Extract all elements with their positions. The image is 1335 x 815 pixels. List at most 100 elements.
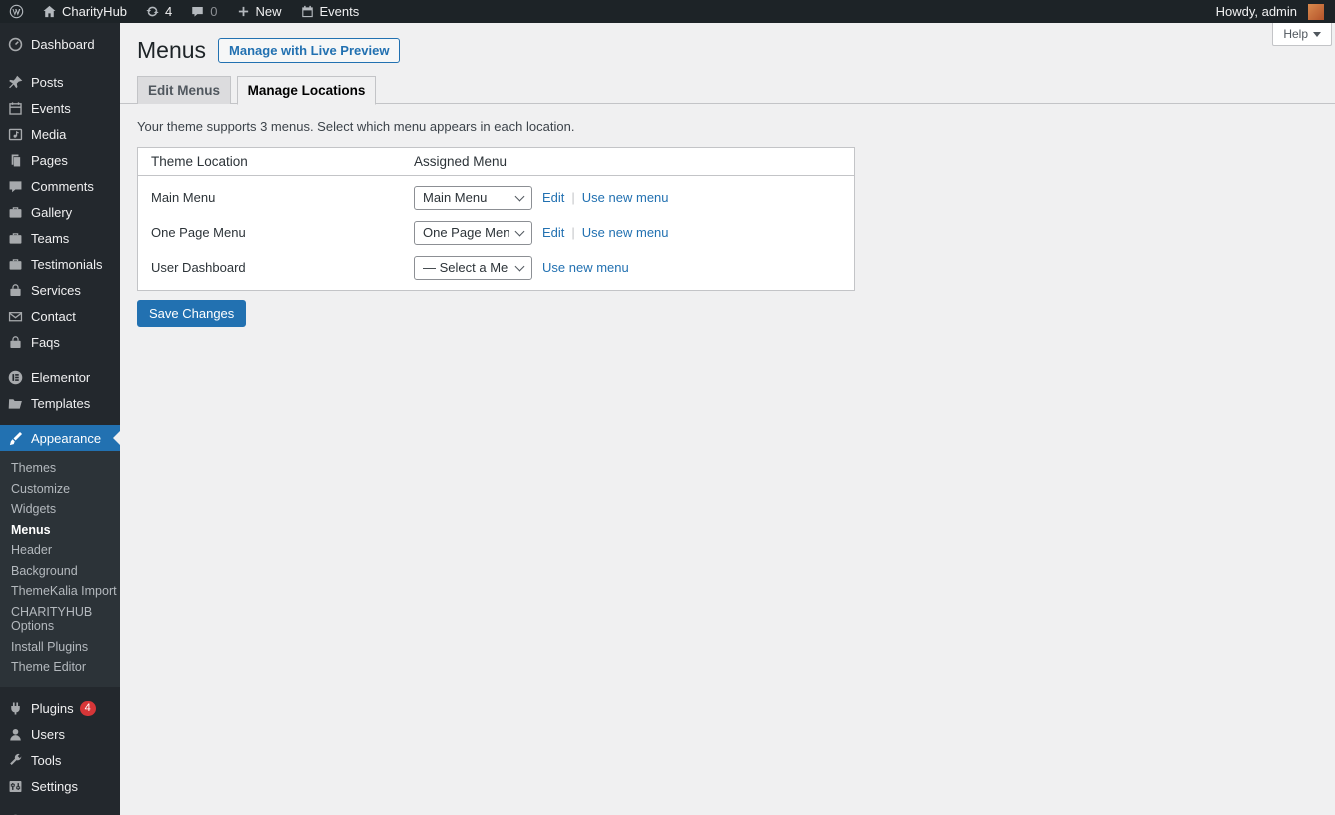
sidebar-item-faqs[interactable]: Faqs bbox=[0, 329, 120, 355]
sidebar-item-pages[interactable]: Pages bbox=[0, 147, 120, 173]
wordpress-logo[interactable] bbox=[0, 0, 33, 23]
sidebar-item-label: Contact bbox=[31, 309, 76, 324]
submenu-item-themes[interactable]: Themes bbox=[0, 458, 120, 479]
submenu-item-header[interactable]: Header bbox=[0, 540, 120, 561]
sidebar-item-settings[interactable]: Settings bbox=[0, 774, 120, 800]
portfolio-icon bbox=[7, 230, 24, 247]
wordpress-icon bbox=[9, 4, 24, 19]
edit-menu-link[interactable]: Edit bbox=[542, 225, 564, 240]
submenu-item-theme-editor[interactable]: Theme Editor bbox=[0, 657, 120, 678]
sidebar-item-appearance[interactable]: Appearance bbox=[0, 425, 120, 451]
column-header-assigned-menu: Assigned Menu bbox=[414, 154, 507, 169]
sidebar-item-label: Users bbox=[31, 727, 65, 742]
user-avatar bbox=[1308, 4, 1324, 20]
submenu-item-themekalia-import[interactable]: ThemeKalia Import bbox=[0, 581, 120, 602]
howdy-account-link[interactable]: Howdy, admin bbox=[1207, 0, 1335, 23]
location-label: Main Menu bbox=[138, 190, 414, 205]
sidebar-separator bbox=[0, 57, 120, 69]
submenu-item-background[interactable]: Background bbox=[0, 561, 120, 582]
tab-edit-menus[interactable]: Edit Menus bbox=[137, 76, 231, 104]
sidebar-item-label: Dashboard bbox=[31, 37, 95, 52]
calendar-icon bbox=[300, 4, 315, 19]
sidebar-item-label: Posts bbox=[31, 75, 64, 90]
sidebar-item-contact[interactable]: Contact bbox=[0, 303, 120, 329]
sidebar-item-media[interactable]: Media bbox=[0, 121, 120, 147]
comment-icon bbox=[190, 4, 205, 19]
events-link[interactable]: Events bbox=[291, 0, 369, 23]
sidebar-item-teams[interactable]: Teams bbox=[0, 225, 120, 251]
manage-live-preview-button[interactable]: Manage with Live Preview bbox=[218, 38, 400, 63]
sidebar-item-label: Services bbox=[31, 283, 81, 298]
submenu-item-install-plugins[interactable]: Install Plugins bbox=[0, 637, 120, 658]
plugins-update-badge: 4 bbox=[80, 701, 96, 716]
home-icon bbox=[42, 4, 57, 19]
sidebar-item-events[interactable]: Events bbox=[0, 95, 120, 121]
submenu-item-customize[interactable]: Customize bbox=[0, 479, 120, 500]
plus-icon bbox=[236, 4, 251, 19]
sidebar-item-gallery[interactable]: Gallery bbox=[0, 199, 120, 225]
sidebar-item-mc4wp[interactable]: MC4WP bbox=[0, 809, 120, 815]
assigned-menu-select-wrap: — Select a Menu — bbox=[414, 256, 532, 280]
media-icon bbox=[7, 126, 24, 143]
menu-locations-table: Theme Location Assigned Menu Main Menu M… bbox=[137, 147, 855, 291]
assigned-menu-select-one-page-menu[interactable]: One Page Menu bbox=[414, 221, 532, 245]
submenu-item-widgets[interactable]: Widgets bbox=[0, 499, 120, 520]
plug-icon bbox=[7, 700, 24, 717]
sidebar-item-users[interactable]: Users bbox=[0, 722, 120, 748]
sidebar-item-elementor[interactable]: Elementor bbox=[0, 364, 120, 390]
save-changes-button[interactable]: Save Changes bbox=[137, 300, 246, 327]
bag-icon bbox=[7, 282, 24, 299]
site-name-link[interactable]: CharityHub bbox=[33, 0, 136, 23]
help-dropdown[interactable]: Help bbox=[1272, 23, 1332, 46]
assigned-menu-select-main-menu[interactable]: Main Menu bbox=[414, 186, 532, 210]
dashboard-icon bbox=[7, 36, 24, 53]
sidebar-item-label: Settings bbox=[31, 779, 78, 794]
events-label: Events bbox=[320, 4, 360, 19]
sidebar-separator bbox=[0, 416, 120, 425]
sidebar-item-label: Media bbox=[31, 127, 66, 142]
settings-icon bbox=[7, 778, 24, 795]
assigned-menu-select-wrap: Main Menu bbox=[414, 186, 532, 210]
column-header-theme-location: Theme Location bbox=[138, 154, 414, 169]
use-new-menu-link[interactable]: Use new menu bbox=[582, 190, 669, 205]
tab-manage-locations[interactable]: Manage Locations bbox=[237, 76, 377, 105]
sidebar-item-posts[interactable]: Posts bbox=[0, 69, 120, 95]
new-content-link[interactable]: New bbox=[227, 0, 291, 23]
admin-sidebar: Dashboard Posts Events Media Pages Comme… bbox=[0, 23, 120, 815]
table-header-row: Theme Location Assigned Menu bbox=[138, 148, 854, 176]
assigned-menu-select-user-dashboard[interactable]: — Select a Menu — bbox=[414, 256, 532, 280]
sidebar-item-label: Events bbox=[31, 101, 71, 116]
comment-icon bbox=[7, 178, 24, 195]
updates-count: 4 bbox=[165, 4, 172, 19]
sidebar-item-label: Pages bbox=[31, 153, 68, 168]
link-separator: | bbox=[571, 190, 574, 205]
sidebar-item-plugins[interactable]: Plugins 4 bbox=[0, 696, 120, 722]
sidebar-item-label: Faqs bbox=[31, 335, 60, 350]
sidebar-item-services[interactable]: Services bbox=[0, 277, 120, 303]
sidebar-item-label: Appearance bbox=[31, 431, 101, 446]
sidebar-item-testimonials[interactable]: Testimonials bbox=[0, 251, 120, 277]
location-label: User Dashboard bbox=[138, 260, 414, 275]
portfolio-icon bbox=[7, 256, 24, 273]
submenu-item-menus[interactable]: Menus bbox=[0, 520, 120, 541]
sidebar-item-dashboard[interactable]: Dashboard bbox=[0, 31, 120, 57]
sidebar-separator bbox=[0, 355, 120, 364]
bag-icon bbox=[7, 334, 24, 351]
sidebar-item-tools[interactable]: Tools bbox=[0, 748, 120, 774]
updates-link[interactable]: 4 bbox=[136, 0, 181, 23]
site-name: CharityHub bbox=[62, 4, 127, 19]
edit-menu-link[interactable]: Edit bbox=[542, 190, 564, 205]
use-new-menu-link[interactable]: Use new menu bbox=[582, 225, 669, 240]
sidebar-item-comments[interactable]: Comments bbox=[0, 173, 120, 199]
sidebar-item-templates[interactable]: Templates bbox=[0, 390, 120, 416]
theme-menus-description: Your theme supports 3 menus. Select whic… bbox=[120, 104, 1335, 134]
sidebar-item-label: Gallery bbox=[31, 205, 72, 220]
new-label: New bbox=[256, 4, 282, 19]
use-new-menu-link[interactable]: Use new menu bbox=[542, 260, 629, 275]
sidebar-item-label: Tools bbox=[31, 753, 61, 768]
calendar-icon bbox=[7, 100, 24, 117]
comments-link[interactable]: 0 bbox=[181, 0, 226, 23]
submenu-item-charityhub-options[interactable]: CHARITYHUB Options bbox=[0, 602, 120, 637]
nav-tab-wrapper: Edit Menus Manage Locations bbox=[120, 75, 1335, 104]
chevron-down-icon bbox=[1313, 32, 1321, 37]
